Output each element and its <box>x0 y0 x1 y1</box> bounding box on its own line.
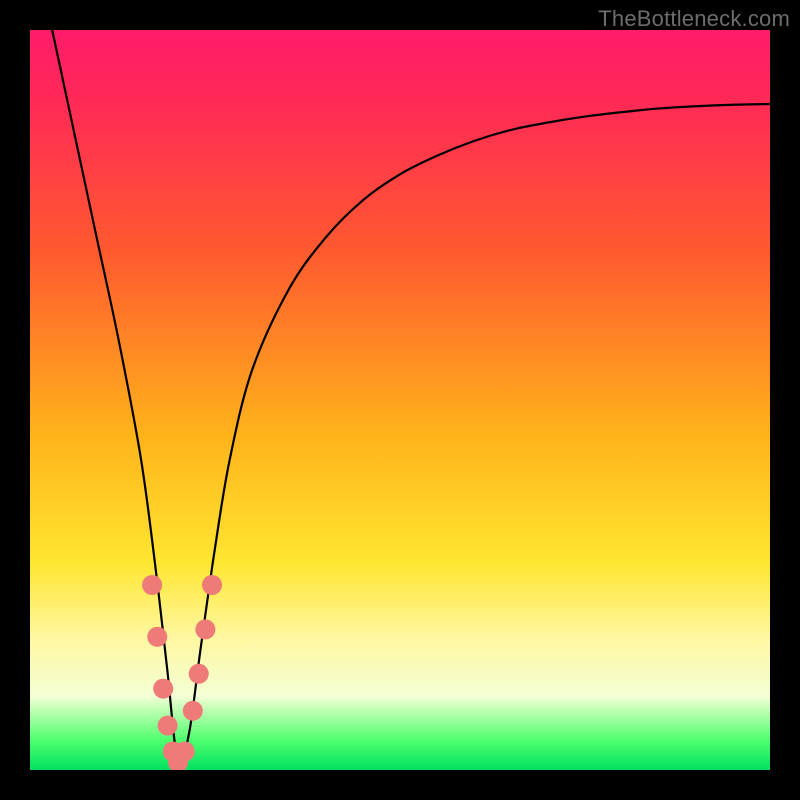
curve-svg <box>30 30 770 770</box>
data-bead <box>195 619 215 639</box>
bottleneck-curve <box>52 30 770 766</box>
data-bead <box>153 679 173 699</box>
data-bead <box>202 575 222 595</box>
data-bead <box>168 753 188 770</box>
chart-frame: TheBottleneck.com <box>0 0 800 800</box>
data-bead <box>147 627 167 647</box>
data-beads <box>142 575 222 770</box>
plot-area <box>30 30 770 770</box>
data-bead <box>175 742 195 762</box>
watermark-text: TheBottleneck.com <box>598 6 790 32</box>
data-bead <box>183 701 203 721</box>
data-bead <box>142 575 162 595</box>
data-bead <box>189 664 209 684</box>
data-bead <box>163 742 183 762</box>
data-bead <box>158 716 178 736</box>
